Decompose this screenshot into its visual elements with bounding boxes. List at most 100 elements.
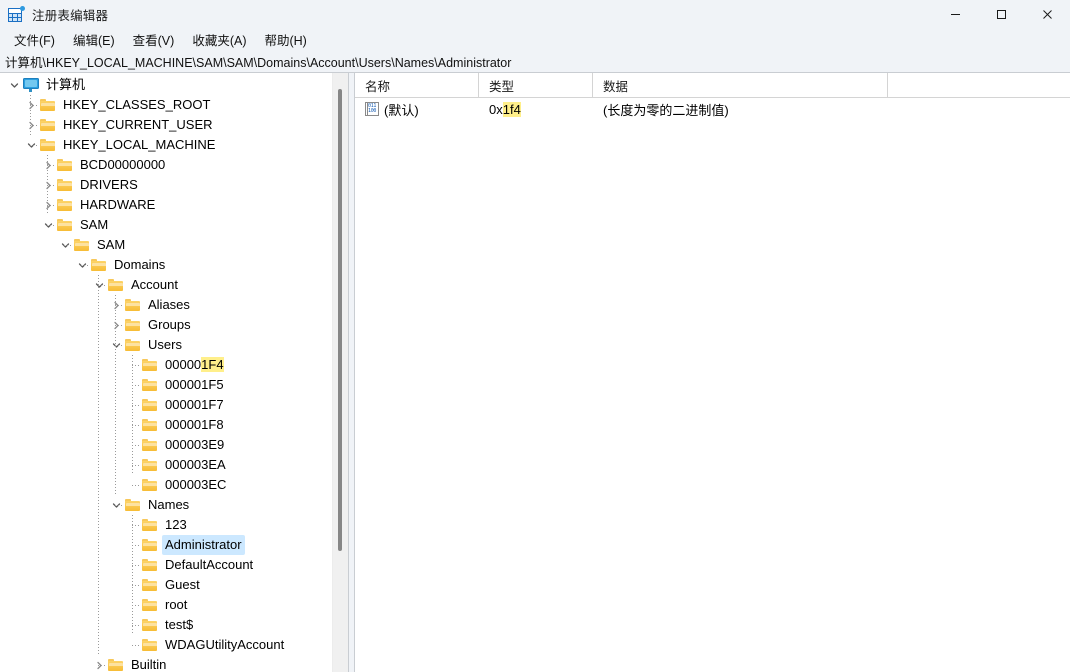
tree-node-label: Users [148, 337, 182, 352]
folder-icon [39, 95, 56, 115]
tree-node-label: test$ [165, 617, 194, 632]
window-title: 注册表编辑器 [32, 8, 109, 23]
title-bar-left: 注册表编辑器 [0, 5, 108, 24]
tree-node-test-[interactable]: test$ [0, 615, 348, 635]
tree-node-000003e9[interactable]: 000003E9 [0, 435, 348, 455]
tree-connector-line [132, 625, 141, 626]
folder-icon [124, 495, 141, 515]
tree-connector-line [115, 345, 124, 346]
menu-item-edit[interactable]: 编辑(E) [65, 28, 123, 51]
tree-node-aliases[interactable]: Aliases [0, 295, 348, 315]
tree-connector-line [47, 165, 56, 166]
menu-bar: 文件(F) 编辑(E) 查看(V) 收藏夹(A) 帮助(H) [0, 28, 1070, 50]
column-header-extra[interactable] [888, 73, 1070, 97]
tree-node-label: 000003EA [165, 457, 226, 472]
tree-node-sam[interactable]: SAM [0, 235, 348, 255]
tree-node-groups[interactable]: Groups [0, 315, 348, 335]
chevron-down-icon[interactable] [6, 75, 22, 95]
column-header-data[interactable]: 数据 [593, 73, 888, 97]
tree-connector-line [47, 185, 56, 186]
tree-node-domains[interactable]: Domains [0, 255, 348, 275]
tree-node-000001f7[interactable]: 000001F7 [0, 395, 348, 415]
column-header-name[interactable]: 名称 [355, 73, 479, 97]
folder-icon [141, 615, 158, 635]
tree-node-builtin[interactable]: Builtin [0, 655, 348, 672]
tree-node-administrator[interactable]: Administrator [0, 535, 348, 555]
tree-connector-line [30, 95, 31, 135]
tree-node-000001f4[interactable]: 000001F4 [0, 355, 348, 375]
tree-scrollbar-thumb[interactable] [338, 89, 342, 551]
tree-node-label: HARDWARE [80, 197, 156, 212]
tree-node-root[interactable]: root [0, 595, 348, 615]
folder-icon [141, 455, 158, 475]
tree-connector-line [115, 325, 124, 326]
tree-node-label: HKEY_CURRENT_USER [63, 117, 213, 132]
tree-connector-line [98, 275, 99, 655]
tree-connector-line [132, 545, 141, 546]
tree-connector-line [132, 605, 141, 606]
menu-item-file[interactable]: 文件(F) [6, 28, 63, 51]
tree-node-defaultaccount[interactable]: DefaultAccount [0, 555, 348, 575]
tree-node-hkey-current-user[interactable]: HKEY_CURRENT_USER [0, 115, 348, 135]
tree-node-label: 000003E9 [165, 437, 225, 452]
tree-scrollbar[interactable] [332, 73, 348, 672]
folder-icon [56, 175, 73, 195]
search-highlight: 1f4 [502, 101, 521, 117]
folder-icon [124, 335, 141, 355]
tree-connector-line [132, 425, 141, 426]
tree-node-label: HKEY_CLASSES_ROOT [63, 97, 211, 112]
folder-icon [107, 275, 124, 295]
tree-node-wdagutilityaccount[interactable]: WDAGUtilityAccount [0, 635, 348, 655]
column-header-type[interactable]: 类型 [479, 73, 593, 97]
tree-node-123[interactable]: 123 [0, 515, 348, 535]
tree-connector-line [30, 125, 39, 126]
tree-node-label: Domains [114, 257, 166, 272]
value-data-cell: (长度为零的二进制值) [603, 102, 729, 118]
folder-icon [39, 135, 56, 155]
tree-connector-line [30, 145, 39, 146]
tree-node-label: BCD00000000 [80, 157, 166, 172]
tree-node-users[interactable]: Users [0, 335, 348, 355]
tree-node-000003ec[interactable]: 000003EC [0, 475, 348, 495]
folder-icon [56, 215, 73, 235]
tree-node-label: SAM [97, 237, 126, 252]
tree-node-label: SAM [80, 217, 109, 232]
tree-node--[interactable]: 计算机 [0, 75, 348, 95]
folder-icon [141, 395, 158, 415]
tree-node-000001f8[interactable]: 000001F8 [0, 415, 348, 435]
tree-node-000001f5[interactable]: 000001F5 [0, 375, 348, 395]
tree-node-000003ea[interactable]: 000003EA [0, 455, 348, 475]
folder-icon [56, 155, 73, 175]
value-row[interactable]: 011 100 (默认) 0x 1f4 (长度为零的二进制值) [355, 98, 1070, 120]
tree-node-label: 000001F5 [165, 377, 224, 392]
close-button[interactable] [1024, 0, 1070, 28]
tree-node-label: 123 [165, 517, 187, 532]
menu-item-view[interactable]: 查看(V) [125, 28, 183, 51]
menu-item-favorites[interactable]: 收藏夹(A) [184, 28, 254, 51]
tree-connector-line [81, 265, 90, 266]
maximize-button[interactable] [978, 0, 1024, 28]
registry-tree-pane[interactable]: 计算机 HKEY_CLASSES_ROOT HKEY_CURRENT_USER HKE… [0, 73, 348, 672]
tree-node-names[interactable]: Names [0, 495, 348, 515]
values-list-rows: 011 100 (默认) 0x 1f4 (长度为零的二进制值) [355, 98, 1070, 120]
address-bar[interactable]: 计算机\HKEY_LOCAL_MACHINE\SAM\SAM\Domains\A… [0, 50, 1070, 73]
tree-connector-line [30, 105, 39, 106]
folder-icon [141, 555, 158, 575]
minimize-button[interactable] [932, 0, 978, 28]
tree-node-hkey-classes-root[interactable]: HKEY_CLASSES_ROOT [0, 95, 348, 115]
tree-node-label: 000001F4 [165, 357, 224, 372]
tree-node-hkey-local-machine[interactable]: HKEY_LOCAL_MACHINE [0, 135, 348, 155]
tree-connector-line [64, 245, 73, 246]
tree-connector-line [132, 485, 141, 486]
values-list-pane[interactable]: 名称 类型 数据 011 100 (默认) 0x 1f4 (长度为零的二进制值) [355, 73, 1070, 672]
tree-node-account[interactable]: Account [0, 275, 348, 295]
values-list-header: 名称 类型 数据 [355, 73, 1070, 98]
tree-connector-line [132, 385, 141, 386]
chevron-right-icon[interactable] [91, 655, 107, 672]
registry-editor-icon [8, 6, 25, 22]
tree-connector-line [98, 665, 107, 666]
menu-item-help[interactable]: 帮助(H) [256, 28, 314, 51]
pane-splitter[interactable] [348, 73, 355, 672]
tree-node-guest[interactable]: Guest [0, 575, 348, 595]
tree-connector-line [132, 525, 141, 526]
